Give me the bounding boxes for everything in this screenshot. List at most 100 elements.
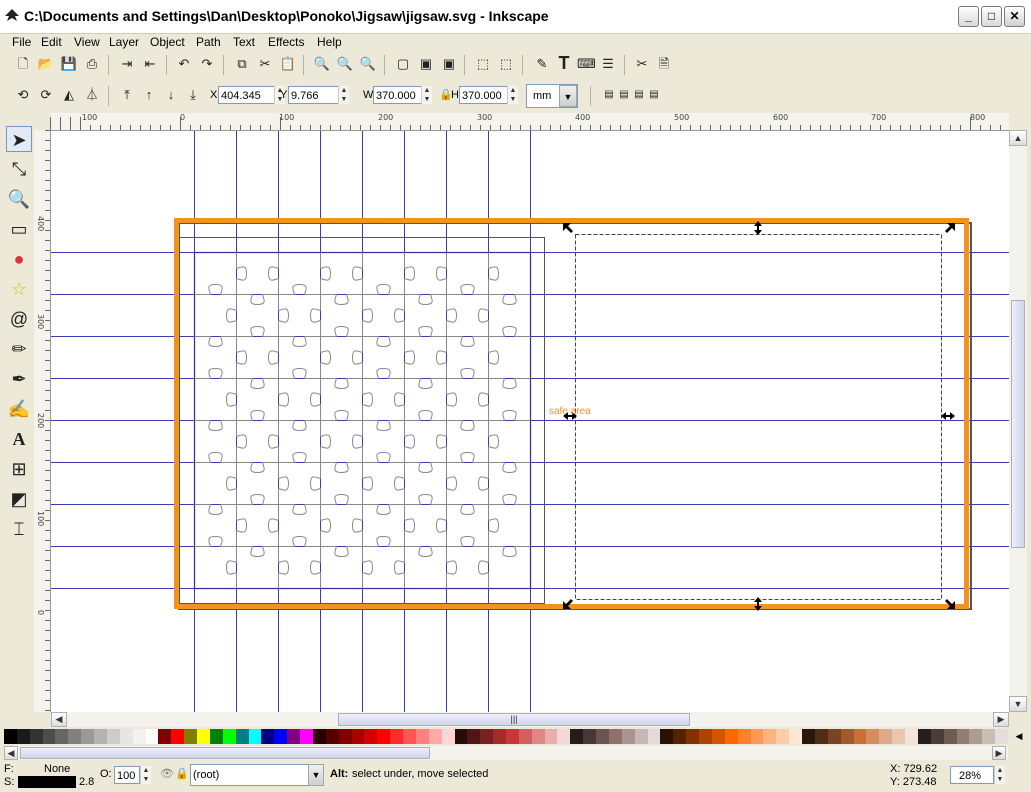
palette-swatch[interactable] [956,729,970,744]
palette-swatch[interactable] [789,729,803,744]
palette-swatch[interactable] [518,729,532,744]
fill-value[interactable]: None [44,763,70,775]
y-spin-arrows[interactable]: ▲ ▼ [338,86,349,104]
lower-to-bottom-icon[interactable]: ⤓ [184,86,202,104]
zoom-field[interactable]: 28% [950,766,994,784]
palette-swatch[interactable] [866,729,880,744]
palette-swatch[interactable] [995,729,1009,744]
menu-file[interactable]: File [12,33,31,51]
align-distribute-icon[interactable]: ☰ [599,55,617,73]
preferences-icon[interactable]: ✂ [633,55,651,73]
menu-object[interactable]: Object [150,33,185,51]
scroll-right-button[interactable]: ▶ [993,712,1009,727]
menu-text[interactable]: Text [233,33,255,51]
palette-swatch[interactable] [634,729,648,744]
close-button[interactable]: ✕ [1004,6,1025,27]
raise-to-top-icon[interactable]: ⤒ [118,86,136,104]
palette-swatch[interactable] [132,729,146,744]
node-tool-icon[interactable]: ⤡ [6,156,32,182]
menu-layer[interactable]: Layer [109,33,139,51]
cut-icon[interactable]: ✂ [256,55,274,73]
open-icon[interactable]: 📂 [37,55,55,73]
palette-swatch[interactable] [235,729,249,744]
lower-icon[interactable]: ↓ [162,86,180,104]
palette-swatch[interactable] [287,729,301,744]
palette-swatch[interactable] [209,729,223,744]
palette-swatch[interactable] [119,729,133,744]
import-icon[interactable]: ⇥ [118,55,136,73]
stroke-swatch[interactable] [18,776,76,788]
palette-swatch[interactable] [145,729,159,744]
palette-swatch[interactable] [621,729,635,744]
palette-swatch[interactable] [441,729,455,744]
clone-icon[interactable]: ▢ [394,55,412,73]
opacity-field[interactable]: 100 [114,766,140,784]
fill-stroke-icon[interactable]: ✎ [533,55,551,73]
group-icon[interactable]: ⬚ [474,55,492,73]
chevron-down-icon[interactable]: ▼ [559,85,577,107]
horizontal-scrollbar[interactable]: ◀ ||| ▶ [51,712,1009,727]
palette-swatch[interactable] [467,729,481,744]
palette-swatch[interactable] [544,729,558,744]
xml-editor-icon[interactable]: ⌨ [577,55,596,73]
palette-swatch[interactable] [428,729,442,744]
save-icon[interactable]: 💾 [60,55,78,73]
palette-swatch[interactable] [853,729,867,744]
vertical-scroll-thumb[interactable] [1011,300,1025,548]
palette-scrollbar[interactable]: ◀ ▶ [4,746,1008,760]
new-document-icon[interactable]: 🗋 [14,55,32,73]
raise-icon[interactable]: ↑ [140,86,158,104]
palette-swatch[interactable] [879,729,893,744]
palette-swatch[interactable] [802,729,816,744]
text-tool-icon[interactable]: A [6,426,32,452]
palette-swatch[interactable] [81,729,95,744]
export-icon[interactable]: ⇤ [141,55,159,73]
drawing-canvas[interactable]: safe area [51,131,1009,712]
palette-swatch[interactable] [274,729,288,744]
spiral-tool-icon[interactable]: @ [6,306,32,332]
palette-swatch[interactable] [338,729,352,744]
maximize-button[interactable]: □ [981,6,1002,27]
palette-swatch[interactable] [377,729,391,744]
unlink-clone-icon[interactable]: ▣ [417,55,435,73]
menu-help[interactable]: Help [317,33,342,51]
redo-icon[interactable]: ↷ [198,55,216,73]
ellipse-tool-icon[interactable]: ● [6,246,32,272]
palette-swatch[interactable] [197,729,211,744]
print-icon[interactable]: ⎙ [83,55,101,73]
zoom-spin-arrows[interactable]: ▲ ▼ [994,766,1005,784]
palette-swatch[interactable] [827,729,841,744]
text-font-icon[interactable]: T [555,54,573,72]
zoom-page-icon[interactable]: 🔍 [359,55,377,73]
palette-swatch[interactable] [892,729,906,744]
ungroup-icon[interactable]: ⬚ [497,55,515,73]
vertical-scrollbar[interactable]: ▲ ▼ [1009,130,1027,712]
zoom-tool-icon[interactable]: 🔍 [6,186,32,212]
rotate-ccw-icon[interactable]: ⟲ [14,86,32,104]
minimize-button[interactable]: _ [958,6,979,27]
palette-swatch[interactable] [16,729,30,744]
palette-swatch[interactable] [312,729,326,744]
palette-swatch[interactable] [737,729,751,744]
selector-tool-icon[interactable]: ➤ [6,126,32,152]
palette-swatch[interactable] [557,729,571,744]
palette-menu-icon[interactable]: ◀ [1012,729,1026,744]
menu-view[interactable]: View [74,33,100,51]
w-spin-arrows[interactable]: ▲ ▼ [421,86,432,104]
horizontal-scroll-thumb[interactable]: ||| [338,713,690,726]
palette-swatch[interactable] [711,729,725,744]
palette-swatch[interactable] [29,729,43,744]
palette-swatch[interactable] [325,729,339,744]
color-palette[interactable] [4,729,1009,744]
gradient-tool-icon[interactable]: ◩ [6,486,32,512]
palette-swatch[interactable] [480,729,494,744]
palette-swatch[interactable] [750,729,764,744]
star-tool-icon[interactable]: ☆ [6,276,32,302]
palette-swatch[interactable] [930,729,944,744]
menu-edit[interactable]: Edit [41,33,62,51]
document-properties-icon[interactable]: 🗎 [655,55,673,73]
palette-swatch[interactable] [596,729,610,744]
menu-path[interactable]: Path [196,33,221,51]
palette-swatch[interactable] [403,729,417,744]
duplicate-icon[interactable]: ⧉ [233,55,251,73]
